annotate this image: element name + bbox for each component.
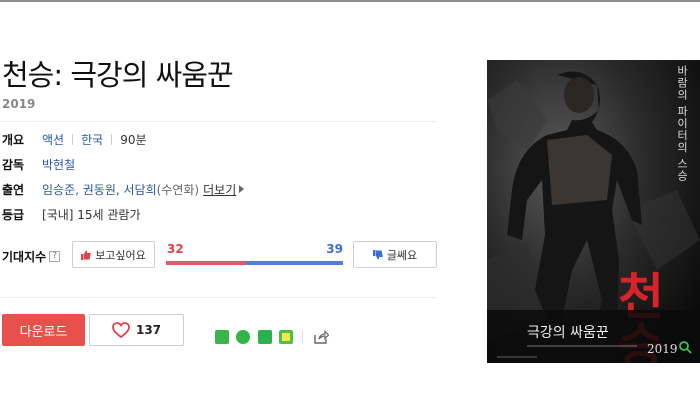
movie-title: 천승: 극강의 싸움꾼 — [2, 58, 234, 92]
thumbs-down-icon — [372, 249, 383, 259]
memo-share-icon[interactable] — [279, 330, 293, 344]
movie-poster[interactable]: 바람의 파이터의 스승 천승 극강의 싸움꾼 2019 — [487, 60, 700, 363]
age-rating: [국내] 15세 관람가 — [42, 207, 141, 222]
expectation-label: 기대지수 ? — [2, 248, 61, 265]
country-link[interactable]: 한국 — [81, 131, 103, 148]
like-count: 137 — [135, 323, 162, 337]
separator — [302, 331, 303, 343]
divider — [0, 297, 437, 298]
bookmark-share-icon[interactable] — [258, 330, 272, 344]
band-share-icon[interactable] — [236, 330, 250, 344]
cast-row: 출연 임승준, 권동원, 서담희 (수연화) 더보기 — [2, 180, 245, 198]
want-label: 보고싶어요 — [95, 248, 146, 262]
poster-tagline: 바람의 파이터의 스승 — [676, 65, 689, 182]
not-sure-button[interactable]: 글쎄요 — [353, 241, 437, 268]
separator — [111, 133, 113, 145]
poster-subtitle: 극강의 싸움꾼 — [527, 325, 609, 341]
movie-year: 2019 — [2, 97, 36, 111]
expectation-bar-no — [245, 261, 343, 265]
more-cast-link[interactable]: 더보기 — [203, 181, 236, 198]
cast-links[interactable]: 임승준, 권동원, 서담희 — [42, 181, 157, 198]
want-to-see-button[interactable]: 보고싶어요 — [72, 241, 155, 268]
divider — [0, 121, 437, 122]
genre-link[interactable]: 액션 — [42, 131, 64, 148]
rating-label: 등급 — [2, 207, 25, 222]
chevron-right-icon — [239, 185, 245, 193]
separator — [72, 133, 74, 145]
want-count: 32 — [167, 242, 184, 256]
like-button[interactable]: 137 — [89, 314, 184, 346]
cast-note: (수연화) — [156, 182, 200, 197]
expectation-label-text: 기대지수 — [2, 250, 47, 264]
no-count: 39 — [326, 242, 343, 256]
director-row: 감독 박현철 — [2, 155, 75, 173]
director-label: 감독 — [2, 157, 25, 172]
director-link[interactable]: 박현철 — [42, 156, 75, 173]
expectation-bar — [166, 261, 343, 265]
top-divider — [0, 0, 700, 2]
heart-icon — [112, 322, 130, 338]
expectation-bar-want — [166, 261, 246, 265]
share-icon[interactable] — [313, 329, 329, 345]
help-icon[interactable]: ? — [49, 251, 61, 262]
cast-label: 출연 — [2, 182, 25, 197]
poster-art: 바람의 파이터의 스승 천승 극강의 싸움꾼 2019 — [487, 60, 700, 363]
line-share-icon[interactable] — [215, 330, 229, 344]
download-button[interactable]: 다운로드 — [2, 314, 85, 346]
overview-label: 개요 — [2, 132, 25, 147]
poster-year: 2019 — [647, 342, 678, 356]
no-label: 글쎄요 — [386, 248, 418, 262]
overview-row: 개요 액션 한국 90분 — [2, 130, 147, 148]
thumbs-up-icon — [81, 250, 91, 260]
runtime: 90분 — [120, 132, 147, 147]
rating-row: 등급 [국내] 15세 관람가 — [2, 205, 141, 223]
